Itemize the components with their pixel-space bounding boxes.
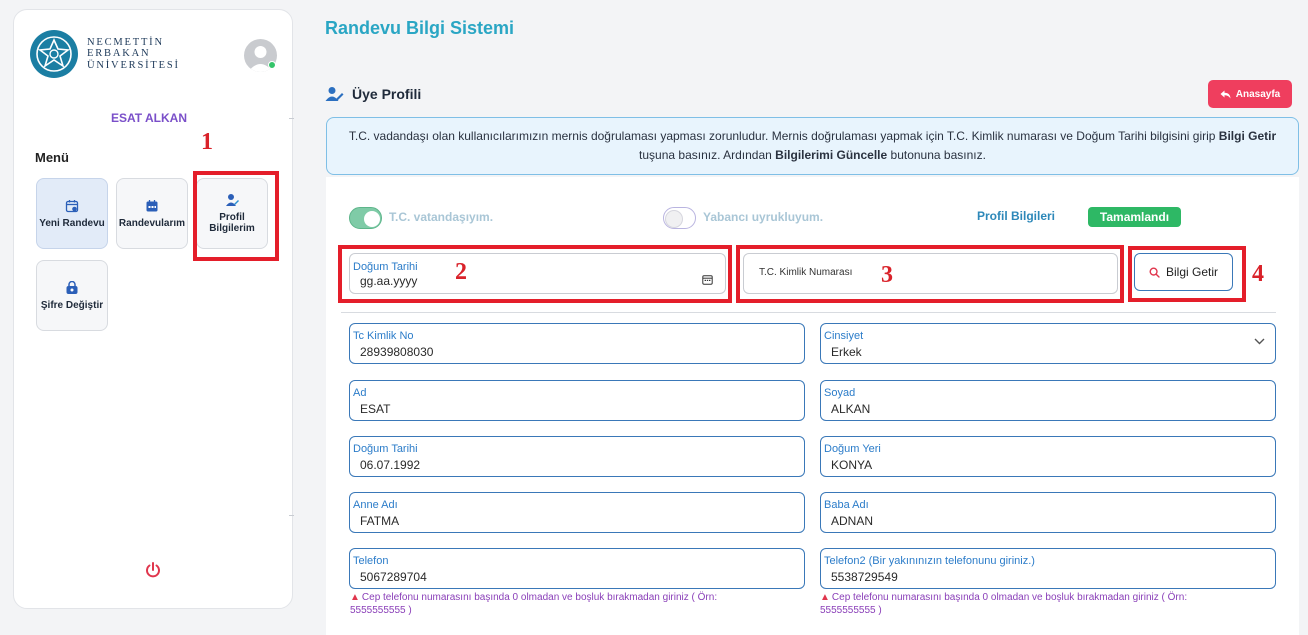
toggle-knob xyxy=(666,211,682,227)
info-text-bold: Bilgilerimi Güncelle xyxy=(775,148,888,162)
logo-line: ERBAKAN xyxy=(87,48,151,60)
divider xyxy=(341,312,1276,313)
phone-warning: ▲ Cep telefonu numarasını başında 0 olmad… xyxy=(350,591,770,617)
home-button-label: Anasayfa xyxy=(1235,88,1281,100)
calendar-list-icon xyxy=(146,199,158,211)
field-value: ESAT xyxy=(360,402,391,416)
university-logo[interactable]: NECMETTİN ERBAKAN ÜNİVERSİTESİ xyxy=(30,30,180,78)
logo-text: NECMETTİN ERBAKAN ÜNİVERSİTESİ xyxy=(87,37,180,72)
reply-arrow-icon xyxy=(1220,90,1231,98)
menu-item-label: Randevularım xyxy=(118,217,186,229)
annotation-box-2 xyxy=(338,245,732,303)
field-value: 28939808030 xyxy=(360,345,434,359)
warning-text: Cep telefonu numarasını başında 0 olmada… xyxy=(820,592,1188,616)
phone-field[interactable]: Telefon 5067289704 xyxy=(349,548,805,589)
phone2-warning: ▲ Cep telefonu numarasını başında 0 olmad… xyxy=(820,591,1240,617)
menu-item-yeni-randevu[interactable]: Yeni Randevu xyxy=(36,178,108,249)
annotation-box-1 xyxy=(193,171,279,261)
menu-item-sifre-degistir[interactable]: Şifre Değiştir xyxy=(36,260,108,331)
father-name-field[interactable]: Baba Adı ADNAN xyxy=(820,492,1276,533)
scroll-tick xyxy=(289,118,294,119)
field-label: Anne Adı xyxy=(353,499,398,511)
user-name: ESAT ALKAN xyxy=(111,111,187,125)
field-value: 5067289704 xyxy=(360,570,427,584)
warning-icon: ▲ xyxy=(350,592,360,603)
info-text: butonuna basınız. xyxy=(887,148,986,162)
field-value: ADNAN xyxy=(831,514,874,528)
field-label: Baba Adı xyxy=(824,499,869,511)
foreign-national-toggle[interactable] xyxy=(663,207,696,229)
menu-item-randevularim[interactable]: Randevularım xyxy=(116,178,188,249)
status-badge: Tamamlandı xyxy=(1088,207,1181,227)
app-title: Randevu Bilgi Sistemi xyxy=(325,18,515,38)
birthplace-field[interactable]: Doğum Yeri KONYA xyxy=(820,436,1276,477)
birthdate-field[interactable]: Doğum Tarihi 06.07.1992 xyxy=(349,436,805,477)
logo-emblem-icon xyxy=(30,30,78,78)
menu-item-label: Şifre Değiştir xyxy=(40,299,104,311)
online-status-dot xyxy=(268,61,276,69)
field-label: Tc Kimlik No xyxy=(353,330,414,342)
field-label: Telefon xyxy=(353,555,389,567)
annotation-number-3: 3 xyxy=(881,262,893,288)
field-label: Ad xyxy=(353,387,367,399)
field-label: Telefon2 (Bir yakınınızın telefonunu gir… xyxy=(824,555,1035,567)
info-text: tuşuna basınız. Ardından xyxy=(639,148,776,162)
field-value: FATMA xyxy=(360,514,400,528)
field-value: KONYA xyxy=(831,458,873,472)
info-alert: T.C. vadandaşı olan kullanıcılarımızın m… xyxy=(326,117,1299,175)
sidebar: NECMETTİN ERBAKAN ÜNİVERSİTESİ ESAT ALKA… xyxy=(13,9,294,609)
field-label: Doğum Yeri xyxy=(824,443,881,455)
scroll-tick xyxy=(289,515,294,516)
lock-icon xyxy=(66,280,78,294)
annotation-number-4: 4 xyxy=(1252,261,1264,287)
foreign-national-label: Yabancı uyrukluyum. xyxy=(703,210,824,224)
gender-select[interactable]: Cinsiyet Erkek xyxy=(820,323,1276,364)
logo-line: ÜNİVERSİTESİ xyxy=(87,59,180,71)
calendar-plus-icon xyxy=(65,199,79,212)
section-title-text: Üye Profili xyxy=(352,86,422,102)
menu-title: Menü xyxy=(35,150,69,165)
tc-number-field[interactable]: Tc Kimlik No 28939808030 xyxy=(349,323,805,364)
mother-name-field[interactable]: Anne Adı FATMA xyxy=(349,492,805,533)
first-name-field[interactable]: Ad ESAT xyxy=(349,380,805,421)
surname-field[interactable]: Soyad ALKAN xyxy=(820,380,1276,421)
info-text: T.C. vadandaşı olan kullanıcılarımızın m… xyxy=(348,129,1219,143)
power-icon[interactable] xyxy=(144,561,162,584)
tc-citizen-label: T.C. vatandaşıyım. xyxy=(389,210,494,224)
annotation-number-1: 1 xyxy=(201,129,213,155)
profile-info-label: Profil Bilgileri xyxy=(977,209,1056,223)
info-text-bold: Bilgi Getir xyxy=(1218,129,1277,143)
field-value: ALKAN xyxy=(831,402,871,416)
annotation-box-3 xyxy=(736,245,1124,303)
home-button[interactable]: Anasayfa xyxy=(1208,80,1292,108)
field-label: Soyad xyxy=(824,387,856,399)
phone2-field[interactable]: Telefon2 (Bir yakınınızın telefonunu gir… xyxy=(820,548,1276,589)
user-edit-icon xyxy=(325,87,344,101)
menu-item-label: Yeni Randevu xyxy=(39,217,105,229)
toggle-knob xyxy=(364,211,380,227)
annotation-box-4 xyxy=(1128,246,1246,302)
field-value: 06.07.1992 xyxy=(360,458,421,472)
chevron-down-icon xyxy=(1254,338,1265,345)
logo-line: NECMETTİN xyxy=(87,36,164,48)
tc-citizen-toggle[interactable] xyxy=(349,207,382,229)
field-label: Cinsiyet xyxy=(824,330,864,342)
annotation-number-2: 2 xyxy=(455,259,467,285)
section-title: Üye Profili xyxy=(325,86,421,102)
warning-text: Cep telefonu numarasını başında 0 olmada… xyxy=(350,592,718,616)
field-value: 5538729549 xyxy=(831,570,898,584)
field-label: Doğum Tarihi xyxy=(353,443,418,455)
field-value: Erkek xyxy=(831,345,862,359)
warning-icon: ▲ xyxy=(820,592,830,603)
